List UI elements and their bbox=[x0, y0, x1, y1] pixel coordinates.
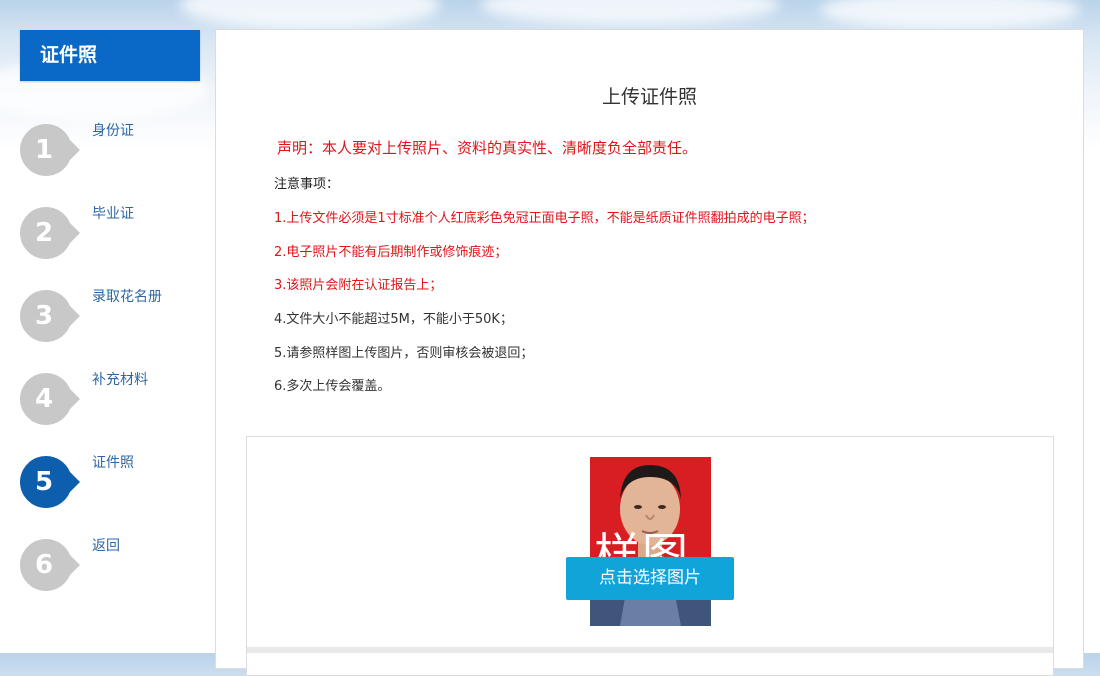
step-label: 证件照 bbox=[92, 455, 134, 471]
sample-photo: 样图 bbox=[590, 457, 711, 626]
step-number: 5 bbox=[34, 467, 54, 497]
note-item: 6.多次上传会覆盖。 bbox=[274, 379, 391, 394]
step-item-id-card[interactable]: 1 身份证 bbox=[20, 123, 200, 184]
step-item-roster[interactable]: 3 录取花名册 bbox=[20, 289, 200, 350]
note-item: 1.上传文件必须是1寸标准个人红底彩色免冠正面电子照，不能是纸质证件照翻拍成的电… bbox=[274, 211, 815, 226]
step-label: 补充材料 bbox=[92, 372, 148, 388]
notes-heading: 注意事项： bbox=[274, 177, 340, 192]
step-number: 6 bbox=[34, 550, 54, 580]
step-number: 1 bbox=[34, 135, 54, 165]
declaration-text: 声明：本人要对上传照片、资料的真实性、清晰度负全部责任。 bbox=[277, 139, 698, 157]
page-title: 上传证件照 bbox=[601, 86, 697, 108]
step-item-id-photo[interactable]: 5 证件照 bbox=[20, 455, 200, 516]
upload-area-divider bbox=[247, 647, 1053, 653]
step-item-back[interactable]: 6 返回 bbox=[20, 538, 200, 599]
step-label: 录取花名册 bbox=[92, 289, 162, 305]
step-item-supplementary[interactable]: 4 补充材料 bbox=[20, 372, 200, 433]
upload-area: 样图 点击选择图片 bbox=[246, 436, 1054, 676]
note-item: 4.文件大小不能超过5M，不能小于50K； bbox=[274, 312, 513, 327]
step-number: 3 bbox=[34, 301, 54, 331]
step-label: 返回 bbox=[92, 538, 120, 554]
step-item-diploma[interactable]: 2 毕业证 bbox=[20, 206, 200, 267]
choose-image-button[interactable]: 点击选择图片 bbox=[566, 557, 734, 600]
step-number: 2 bbox=[34, 218, 54, 248]
cloud-decoration bbox=[480, 0, 780, 25]
note-item: 5.请参照样图上传图片，否则审核会被退回； bbox=[274, 346, 534, 361]
cloud-decoration bbox=[820, 0, 1080, 30]
note-item: 2.电子照片不能有后期制作或修饰痕迹； bbox=[274, 245, 508, 260]
note-item: 3.该照片会附在认证报告上； bbox=[274, 278, 443, 293]
step-number: 4 bbox=[34, 384, 54, 414]
sidebar-title: 证件照 bbox=[20, 30, 200, 81]
main-panel: 上传证件照 声明：本人要对上传照片、资料的真实性、清晰度负全部责任。 注意事项：… bbox=[215, 29, 1084, 676]
cloud-decoration bbox=[180, 0, 440, 30]
step-label: 毕业证 bbox=[92, 206, 134, 222]
step-label: 身份证 bbox=[92, 123, 134, 139]
